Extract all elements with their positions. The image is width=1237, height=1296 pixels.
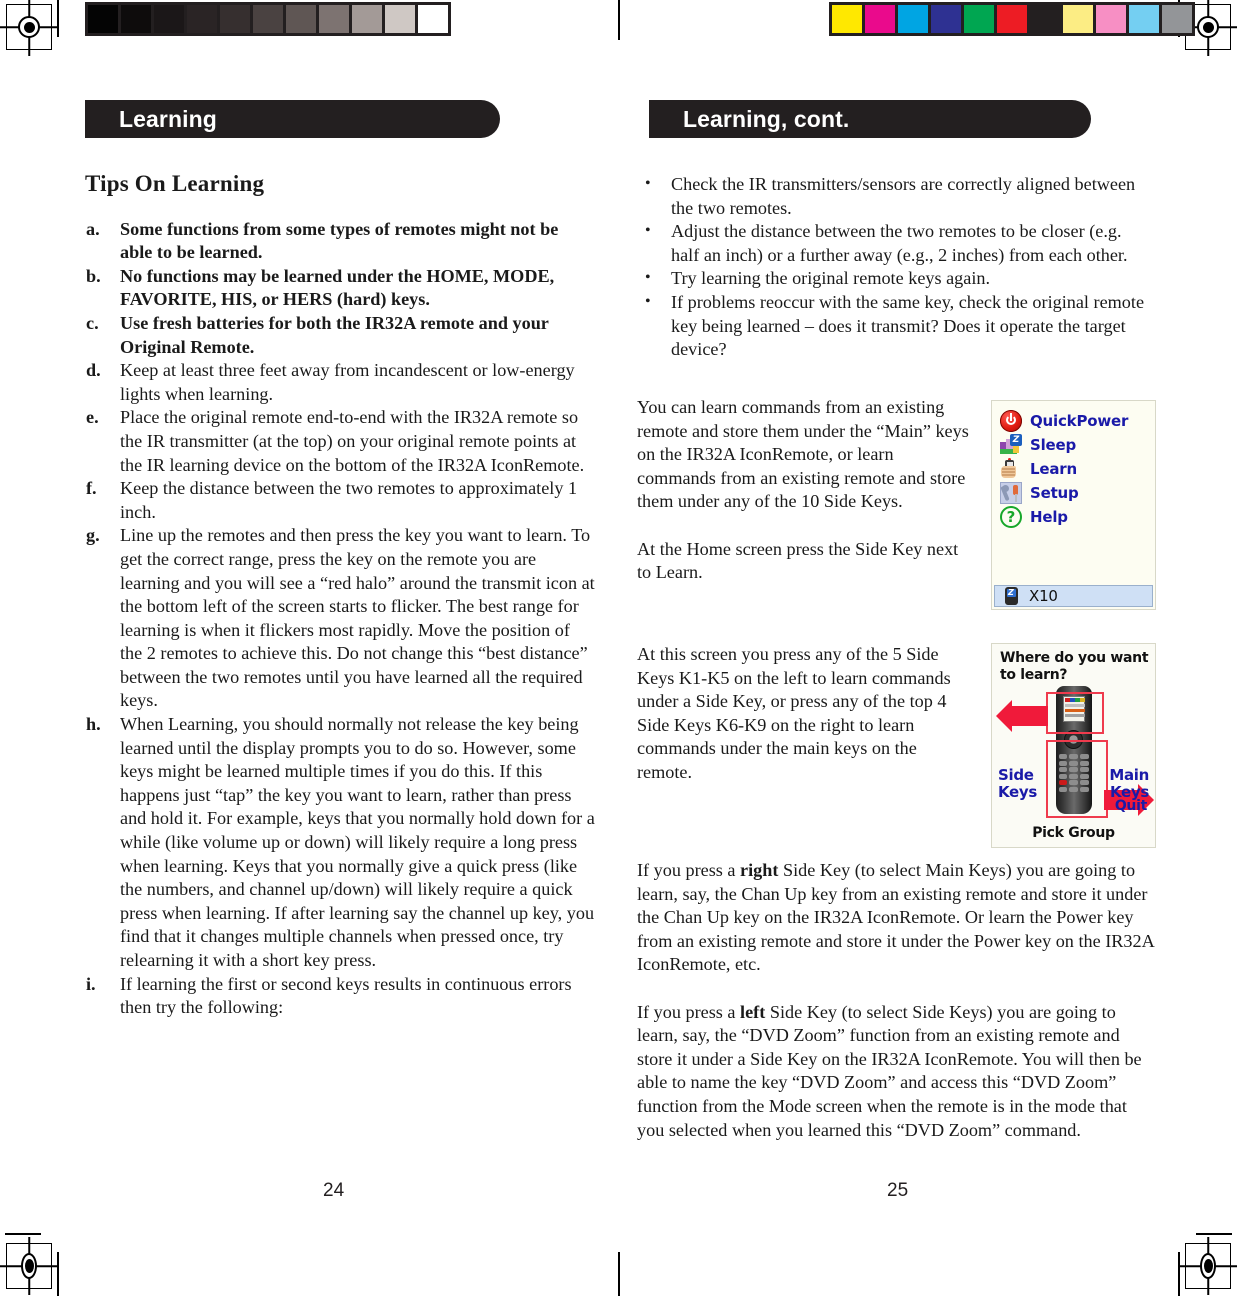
right-column-narrow-1: You can learn commands from an existing …: [637, 396, 972, 585]
bullet-icon: •: [645, 269, 651, 287]
list-item: c. Use fresh batteries for both the IR32…: [85, 312, 595, 359]
list-marker: h.: [86, 714, 101, 735]
list-marker: a.: [86, 218, 100, 239]
page-right: Learning, cont. • Check the IR transmitt…: [619, 0, 1237, 1293]
list-marker: d.: [86, 360, 101, 381]
side-keys-highlight-box: [1046, 692, 1104, 734]
running-head-right: Learning, cont.: [649, 100, 1091, 138]
learn-icon: [1000, 458, 1022, 480]
list-item: b. No functions may be learned under the…: [85, 265, 595, 312]
learn-target-screenshot: Where do you want to learn? Side Keys Ma…: [991, 643, 1156, 848]
list-item-text: When Learning, you should normally not r…: [120, 714, 595, 970]
side-keys-label-line2: Keys: [998, 783, 1038, 801]
main-keys-highlight-box: [1046, 740, 1108, 818]
main-keys-label: Main Keys: [1109, 767, 1149, 801]
list-item: • If problems reoccur with the same key,…: [637, 291, 1147, 362]
list-item-text: If problems reoccur with the same key, c…: [671, 291, 1145, 360]
running-head-left: Learning: [85, 100, 500, 138]
list-item-text: Keep at least three feet away from incan…: [120, 360, 575, 404]
pick-group-label: Pick Group: [1032, 825, 1115, 841]
learn-target-title: Where do you want to learn?: [1000, 650, 1149, 683]
page-left: Learning Tips On Learning a. Some functi…: [0, 0, 618, 1293]
list-item-text: No functions may be learned under the HO…: [120, 265, 555, 310]
paragraph: At the Home screen press the Side Key ne…: [637, 538, 959, 583]
x10-remote-icon: Z: [1003, 587, 1021, 605]
power-icon: [1000, 410, 1022, 432]
list-item-text: Try learning the original remote keys ag…: [671, 268, 991, 289]
menu-item-label: Setup: [1030, 484, 1079, 502]
menu-item-label: Learn: [1030, 460, 1077, 478]
list-item: i. If learning the first or second keys …: [85, 973, 595, 1020]
paragraph-right-side-key: If you press a right Side Key (to select…: [637, 859, 1157, 977]
paragraph-text-pre: If you press a: [637, 860, 741, 880]
help-icon: ?: [1000, 506, 1022, 528]
list-item: a. Some functions from some types of rem…: [85, 218, 595, 265]
bullet-icon: •: [645, 222, 651, 240]
list-item-text: Use fresh batteries for both the IR32A r…: [120, 312, 549, 357]
list-item-text: Keep the distance between the two remote…: [120, 478, 578, 522]
running-head-label: Learning, cont.: [683, 105, 850, 132]
list-item: f. Keep the distance between the two rem…: [85, 477, 595, 524]
list-item-text: Check the IR transmitters/sensors are co…: [671, 174, 1136, 218]
paragraph-text-pre: If you press a: [637, 1001, 741, 1022]
list-item: d. Keep at least three feet away from in…: [85, 359, 595, 406]
list-item-text: Place the original remote end-to-end wit…: [120, 407, 585, 475]
list-item: e. Place the original remote end-to-end …: [85, 406, 595, 477]
running-head-label: Learning: [119, 105, 217, 132]
list-marker: i.: [86, 973, 96, 994]
side-keys-label-line1: Side: [998, 766, 1034, 784]
paragraph: At this screen you press any of the 5 Si…: [637, 644, 951, 782]
folio-left: 24: [323, 1180, 345, 1201]
list-item: h. When Learning, you should normally no…: [85, 713, 595, 973]
list-item: • Check the IR transmitters/sensors are …: [637, 173, 1147, 220]
menu-item-quickpower[interactable]: QuickPower: [992, 409, 1155, 433]
emphasis-right: right: [740, 860, 779, 880]
status-bar-label: X10: [1029, 587, 1058, 605]
main-keys-label-line1: Main: [1109, 766, 1149, 784]
list-item: • Try learning the original remote keys …: [637, 267, 1147, 291]
menu-item-label: Sleep: [1030, 436, 1077, 454]
menu-item-help[interactable]: ? Help: [992, 505, 1155, 529]
tips-list: a. Some functions from some types of rem…: [85, 218, 595, 1020]
emphasis-left: left: [740, 1001, 766, 1022]
menu-item-setup[interactable]: Setup: [992, 481, 1155, 505]
menu-item-label: Help: [1030, 508, 1068, 526]
right-column-bullets: • Check the IR transmitters/sensors are …: [637, 173, 1147, 362]
right-column-wide: If you press a right Side Key (to select…: [637, 859, 1157, 1142]
bullet-icon: •: [645, 292, 651, 310]
paragraph: You can learn commands from an existing …: [637, 397, 969, 512]
list-item: g. Line up the remotes and then press th…: [85, 524, 595, 713]
list-marker: f.: [86, 478, 97, 499]
side-keys-arrow-icon: [996, 700, 1048, 732]
folio-right: 25: [887, 1180, 909, 1201]
list-marker: b.: [86, 265, 101, 286]
list-item-text: If learning the first or second keys res…: [120, 973, 572, 1018]
menu-item-sleep[interactable]: Z Sleep: [992, 433, 1155, 457]
list-item: • Adjust the distance between the two re…: [637, 220, 1147, 267]
status-bar-x10: Z X10: [994, 585, 1153, 607]
setup-icon: [1000, 482, 1022, 504]
list-marker: e.: [86, 407, 99, 428]
menu-item-label: QuickPower: [1030, 412, 1129, 430]
list-item-text: Adjust the distance between the two remo…: [671, 221, 1128, 265]
list-item-text: Some functions from some types of remote…: [120, 218, 559, 263]
list-marker: g.: [86, 525, 100, 546]
troubleshooting-list: • Check the IR transmitters/sensors are …: [637, 173, 1147, 362]
sleep-icon: Z: [1000, 434, 1022, 456]
home-menu-screenshot: QuickPower Z Sleep Learn Setup ? Help Z …: [991, 400, 1156, 610]
menu-item-learn[interactable]: Learn: [992, 457, 1155, 481]
page-title: Tips On Learning: [85, 171, 265, 196]
side-keys-label: Side Keys: [998, 767, 1037, 801]
right-column-narrow-2: At this screen you press any of the 5 Si…: [637, 643, 972, 785]
paragraph-left-side-key: If you press a left Side Key (to select …: [637, 1001, 1157, 1143]
paragraph-text-post: Side Key (to select Side Keys) you are g…: [637, 1001, 1142, 1140]
list-item-text: Line up the remotes and then press the k…: [120, 525, 595, 711]
bullet-icon: •: [645, 175, 651, 192]
quit-label[interactable]: Quit: [1115, 798, 1147, 815]
list-marker: c.: [86, 312, 99, 333]
left-column-body: Tips On Learning a. Some functions from …: [85, 172, 595, 1020]
